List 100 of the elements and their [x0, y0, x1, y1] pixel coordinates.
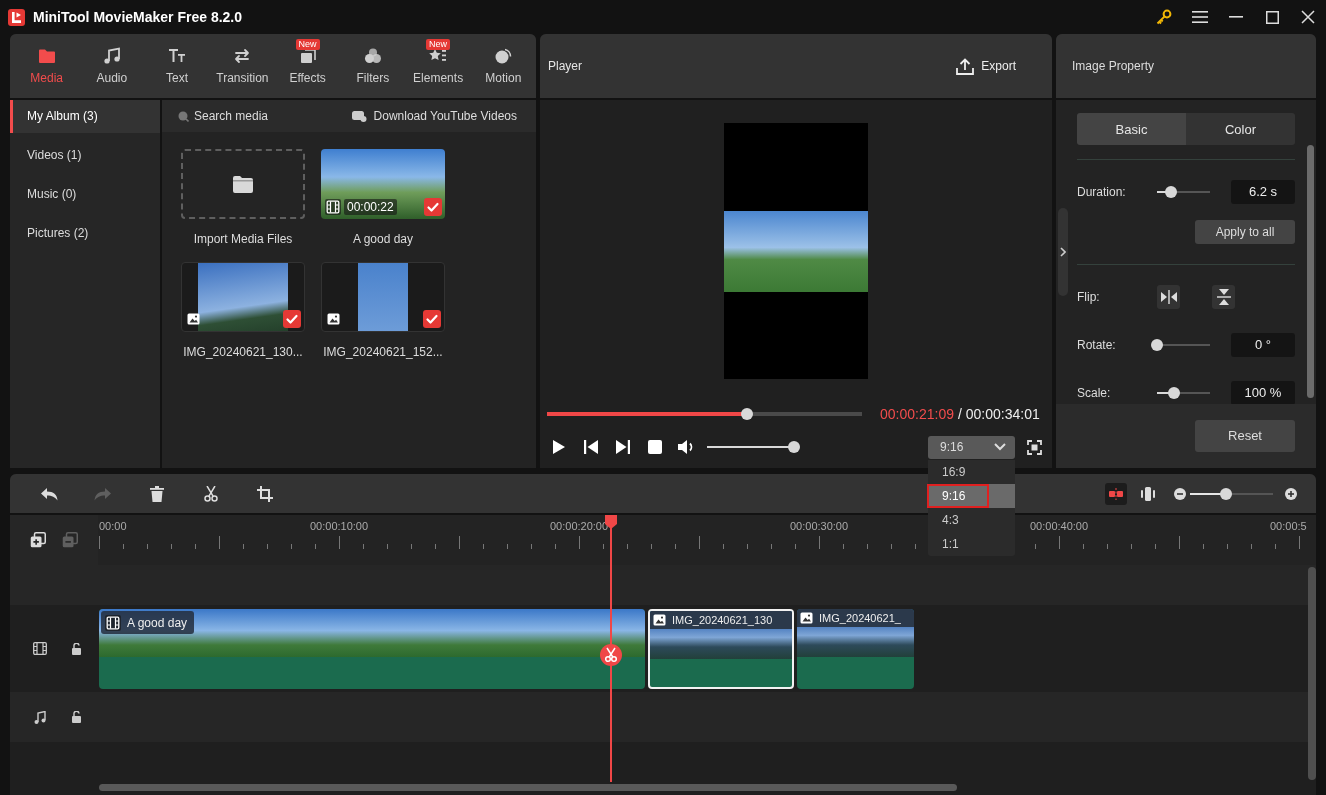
- toolbar-tab[interactable]: Motion: [470, 34, 536, 98]
- total-time: / 00:00:34:01: [957, 406, 1040, 422]
- zoom-in-icon[interactable]: [1285, 487, 1297, 500]
- slider-thumb[interactable]: [1151, 339, 1163, 351]
- toolbar-tab[interactable]: Text: [144, 34, 210, 98]
- ruler-label: 00:00:10:00: [310, 520, 369, 532]
- flip-horizontal-button[interactable]: [1157, 285, 1180, 309]
- close-icon[interactable]: [1301, 10, 1315, 24]
- horizontal-scrollbar[interactable]: [99, 784, 957, 791]
- toolbar-tab[interactable]: New Elements: [405, 34, 471, 98]
- slider-thumb[interactable]: [1167, 387, 1180, 399]
- ruler-label: 00:00:20:00: [550, 520, 609, 532]
- add-track-icon[interactable]: [30, 532, 46, 548]
- snap-toggle[interactable]: [1105, 482, 1127, 505]
- chevron-right-icon: [1060, 247, 1066, 257]
- ruler-label: 00:00:5: [1270, 520, 1307, 532]
- clip-title: IMG_20240621_: [819, 612, 901, 624]
- toolbar-tab[interactable]: Transition: [209, 34, 275, 98]
- sidebar-item[interactable]: Music (0): [10, 178, 160, 211]
- rotate-field[interactable]: 0 °: [1231, 333, 1295, 357]
- previous-icon[interactable]: [584, 440, 598, 454]
- panel-title: Player: [548, 59, 582, 73]
- slider-thumb[interactable]: [1219, 487, 1232, 500]
- scale-field[interactable]: 100 %: [1231, 381, 1295, 404]
- scissors-icon[interactable]: [204, 485, 218, 502]
- ball-icon: [493, 46, 514, 66]
- timeline-clip[interactable]: IMG_20240621_130: [648, 609, 794, 689]
- toolbar-tab[interactable]: New Effects: [275, 34, 341, 98]
- import-media-tile[interactable]: [181, 149, 305, 219]
- field-label: Scale:: [1077, 386, 1112, 400]
- menu-option[interactable]: 9:16: [928, 483, 1015, 508]
- slider-thumb[interactable]: [788, 441, 800, 453]
- property-tab[interactable]: Basic: [1077, 113, 1186, 145]
- photo-placeholder: [358, 263, 408, 331]
- checkmark-icon[interactable]: [424, 198, 442, 216]
- ruler-label: 00:00:30:00: [790, 520, 849, 532]
- sidebar-item[interactable]: Videos (1): [10, 139, 160, 172]
- flip-vertical-icon: [1216, 289, 1231, 305]
- sidebar-item[interactable]: My Album (3): [10, 100, 160, 133]
- upload-icon: [956, 57, 975, 75]
- property-tab[interactable]: Color: [1186, 113, 1295, 145]
- video-download-icon: [351, 110, 367, 122]
- download-youtube-link[interactable]: Download YouTube Videos: [351, 109, 517, 123]
- duration-field[interactable]: 6.2 s: [1231, 180, 1295, 204]
- media-label: A good day: [352, 232, 414, 246]
- music-note-icon: [34, 710, 46, 724]
- menu-icon[interactable]: [1192, 11, 1208, 23]
- vertical-scrollbar[interactable]: [1308, 567, 1316, 780]
- slider-thumb[interactable]: [1164, 186, 1177, 198]
- reset-button[interactable]: Reset: [1195, 420, 1295, 452]
- timeline-clip[interactable]: IMG_20240621_: [797, 609, 914, 689]
- film-icon: [105, 614, 121, 631]
- media-label: IMG_20240621_152...: [323, 345, 443, 359]
- film-icon: [325, 199, 341, 215]
- new-badge: New: [295, 39, 320, 50]
- image-icon: [653, 614, 666, 626]
- slider-thumb[interactable]: [741, 408, 753, 420]
- export-button[interactable]: Export: [956, 57, 1016, 75]
- checkmark-icon[interactable]: [283, 310, 301, 328]
- ruler-label: 00:00:40:00: [1030, 520, 1089, 532]
- next-icon[interactable]: [616, 440, 630, 454]
- media-thumbnail[interactable]: [181, 262, 305, 332]
- panel-title: Image Property: [1072, 59, 1155, 73]
- flip-horizontal-icon: [1160, 290, 1177, 304]
- key-icon[interactable]: [1156, 9, 1172, 25]
- sidebar-item[interactable]: Pictures (2): [10, 217, 160, 250]
- menu-option[interactable]: 4:3: [928, 507, 1015, 532]
- undo-icon[interactable]: [40, 486, 58, 501]
- image-icon: [327, 313, 340, 325]
- current-time: 00:00:21:09: [880, 406, 954, 422]
- crop-icon[interactable]: [257, 485, 273, 502]
- vertical-scrollbar[interactable]: [1307, 145, 1314, 398]
- lock-icon[interactable]: [72, 711, 81, 723]
- toolbar-tab[interactable]: Media: [14, 34, 80, 98]
- search-icon: [178, 110, 189, 122]
- aspect-ratio-select[interactable]: 9:16: [928, 435, 1015, 459]
- flip-vertical-button[interactable]: [1212, 285, 1235, 309]
- toolbar-tab[interactable]: Audio: [79, 34, 145, 98]
- maximize-icon[interactable]: [1265, 10, 1279, 24]
- panel-collapse-handle[interactable]: [1058, 208, 1068, 296]
- lock-icon[interactable]: [72, 642, 81, 655]
- checkmark-icon[interactable]: [423, 310, 441, 328]
- field-label: Rotate:: [1077, 338, 1117, 352]
- image-icon: [800, 612, 813, 624]
- fullscreen-icon[interactable]: [1027, 439, 1042, 455]
- apply-to-all-button[interactable]: Apply to all: [1195, 220, 1295, 244]
- clip-title: IMG_20240621_130: [672, 614, 773, 626]
- toolbar-tab[interactable]: Filters: [340, 34, 406, 98]
- delete-icon[interactable]: [150, 485, 164, 502]
- menu-option[interactable]: 16:9: [928, 459, 1015, 484]
- media-label: IMG_20240621_130...: [183, 345, 303, 359]
- fit-icon[interactable]: [1141, 485, 1155, 502]
- search-field[interactable]: Search media: [194, 109, 314, 123]
- media-thumbnail[interactable]: [321, 262, 445, 332]
- field-label: Flip:: [1077, 290, 1101, 304]
- media-thumbnail[interactable]: 00:00:22: [321, 149, 445, 219]
- scissors-icon[interactable]: [600, 644, 622, 666]
- timeline-clip[interactable]: A good day: [99, 609, 645, 689]
- menu-option[interactable]: 1:1: [928, 531, 1015, 556]
- play-icon[interactable]: [552, 439, 566, 455]
